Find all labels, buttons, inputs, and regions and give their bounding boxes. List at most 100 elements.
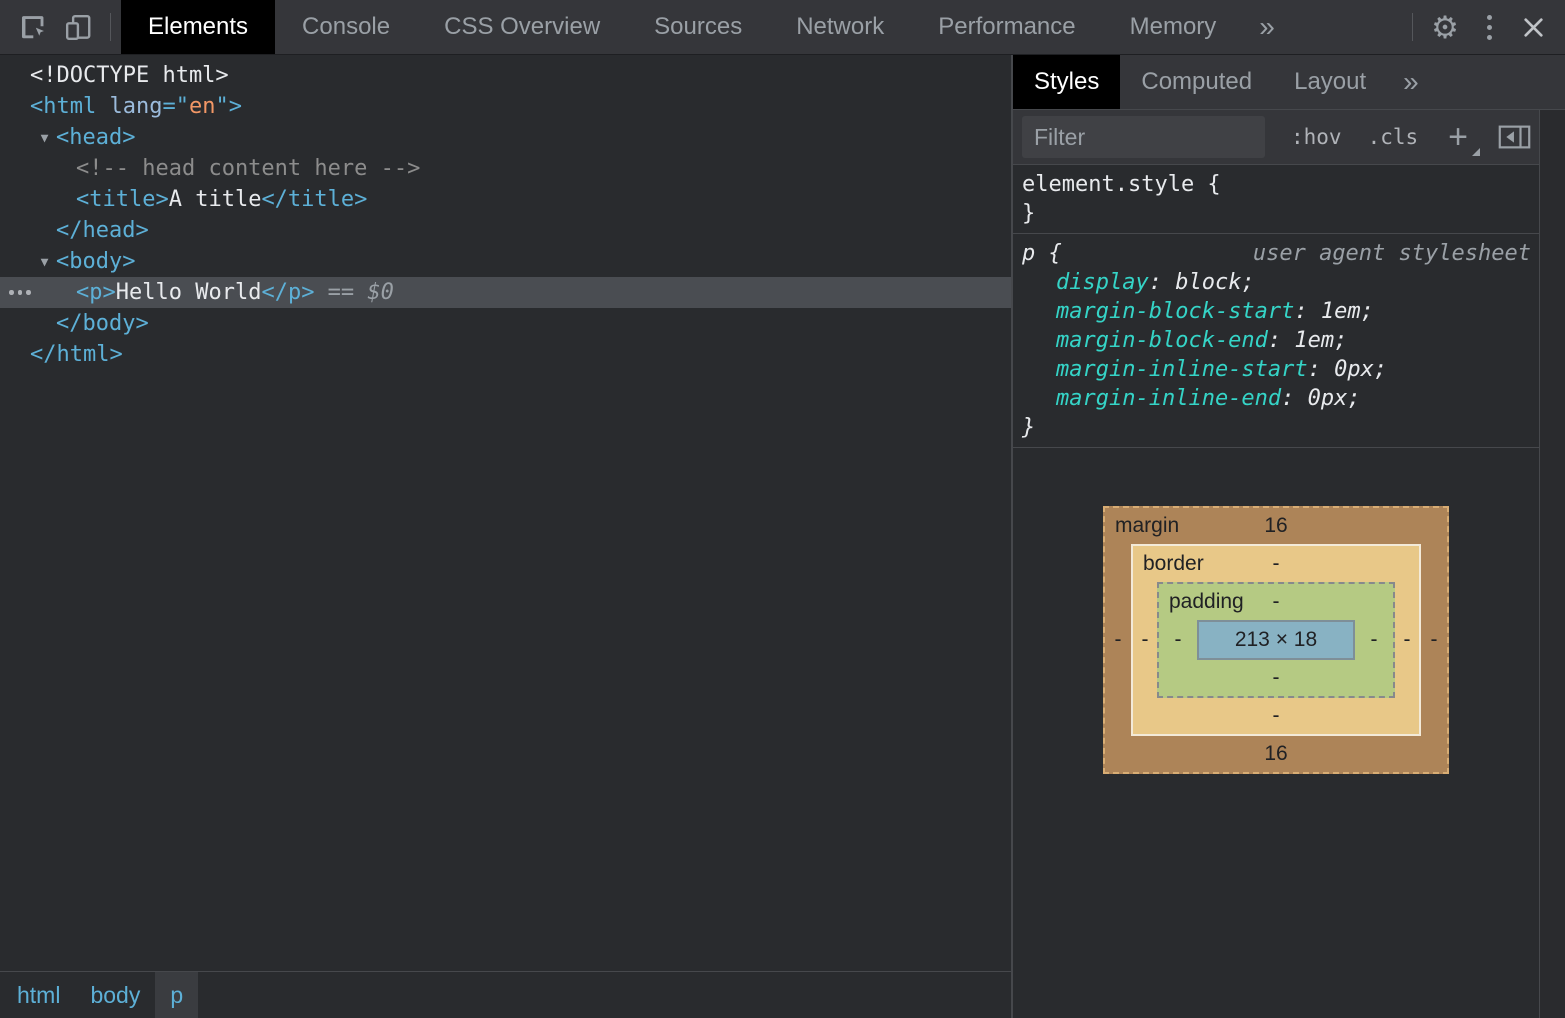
token-tag: </head> xyxy=(56,218,149,243)
token-tag: </html> xyxy=(30,342,123,367)
css-property-name: display xyxy=(1056,270,1149,295)
close-devtools-button[interactable] xyxy=(1511,0,1555,54)
elements-panel: <!DOCTYPE html><html lang="en">▼<head><!… xyxy=(0,55,1011,1018)
tree-row[interactable]: </html> xyxy=(0,339,1011,370)
tree-row[interactable]: <!-- head content here --> xyxy=(0,153,1011,184)
css-property-name: margin-block-end xyxy=(1056,328,1268,353)
stylesheet-origin: user agent stylesheet xyxy=(1253,239,1531,268)
tab-memory[interactable]: Memory xyxy=(1103,0,1244,54)
css-property-value: : 0px; xyxy=(1308,357,1387,382)
toggle-element-state-button[interactable]: :hov xyxy=(1291,125,1342,149)
padding-bottom-value[interactable]: - xyxy=(1273,666,1280,690)
tree-row[interactable]: <html lang="en"> xyxy=(0,91,1011,122)
expand-arrow-icon[interactable]: ▼ xyxy=(33,247,56,278)
margin-left-value[interactable]: - xyxy=(1105,544,1131,736)
tab-network[interactable]: Network xyxy=(769,0,911,54)
tab-css-overview[interactable]: CSS Overview xyxy=(417,0,627,54)
content-size-value: 213 × 18 xyxy=(1235,628,1317,652)
token-dollar: $0 xyxy=(367,280,394,305)
devtools-window: ElementsConsoleCSS OverviewSourcesNetwor… xyxy=(0,0,1565,1018)
token-plain: Hello World xyxy=(116,280,262,305)
dom-tree: <!DOCTYPE html><html lang="en">▼<head><!… xyxy=(0,55,1011,971)
box-model-content[interactable]: 213 × 18 xyxy=(1197,620,1355,660)
tree-row[interactable]: </head> xyxy=(0,215,1011,246)
expand-arrow-icon[interactable]: ▼ xyxy=(33,123,56,154)
margin-right-value[interactable]: - xyxy=(1421,544,1447,736)
styles-pane-body: :hov .cls + xyxy=(1013,110,1565,1018)
tab-layout[interactable]: Layout xyxy=(1273,55,1387,109)
tree-row[interactable]: <!DOCTYPE html> xyxy=(0,60,1011,91)
rule-selector[interactable]: p { xyxy=(1022,239,1062,268)
breadcrumb-html[interactable]: html xyxy=(2,972,75,1018)
device-toolbar-icon xyxy=(63,12,94,43)
box-model-margin-top-row: margin 16 xyxy=(1105,508,1447,544)
more-tabs-button[interactable]: » xyxy=(1243,0,1291,54)
css-property[interactable]: margin-block-start: 1em; xyxy=(1022,297,1539,326)
panel-toggle-icon xyxy=(1498,125,1531,149)
tab-elements[interactable]: Elements xyxy=(121,0,275,54)
css-property-value: : 1em; xyxy=(1268,328,1347,353)
border-top-value[interactable]: - xyxy=(1273,552,1280,576)
tab-styles[interactable]: Styles xyxy=(1013,55,1120,109)
padding-right-value[interactable]: - xyxy=(1355,620,1393,660)
tree-row[interactable]: ▼<head> xyxy=(0,122,1011,153)
breadcrumb-p[interactable]: p xyxy=(155,972,198,1018)
tab-console[interactable]: Console xyxy=(275,0,417,54)
device-toolbar-button[interactable] xyxy=(56,0,100,54)
token-attr: lang xyxy=(96,94,162,119)
token-tag: <p> xyxy=(76,280,116,305)
sidebar-toggle-button[interactable] xyxy=(1498,125,1531,149)
styles-pane-content: :hov .cls + xyxy=(1013,110,1539,1018)
row-overflow-dots-icon[interactable] xyxy=(9,277,31,308)
style-rule: p {user agent stylesheetdisplay: block;m… xyxy=(1013,234,1539,448)
margin-bottom-value[interactable]: 16 xyxy=(1264,742,1287,766)
css-property-name: margin-inline-end xyxy=(1056,386,1281,411)
tab-sources[interactable]: Sources xyxy=(627,0,769,54)
margin-label: margin xyxy=(1115,514,1179,538)
box-model-diagram: margin 16 - border - xyxy=(1103,506,1449,774)
margin-top-value[interactable]: 16 xyxy=(1264,514,1287,538)
css-property[interactable]: margin-block-end: 1em; xyxy=(1022,326,1539,355)
tab-computed[interactable]: Computed xyxy=(1120,55,1273,109)
box-model-margin-bottom-row: 16 xyxy=(1105,736,1447,772)
border-left-value[interactable]: - xyxy=(1133,582,1157,698)
settings-button[interactable]: ⚙ xyxy=(1423,0,1467,54)
tree-row[interactable]: </body> xyxy=(0,308,1011,339)
token-tag: =" xyxy=(162,94,189,119)
tree-row[interactable]: ▼<body> xyxy=(0,246,1011,277)
token-tag: </body> xyxy=(56,311,149,336)
box-model-padding-bottom-row: - xyxy=(1159,660,1393,696)
box-model-border-bottom-row: - xyxy=(1133,698,1419,734)
scrollbar-gutter[interactable] xyxy=(1539,110,1565,1018)
padding-top-value[interactable]: - xyxy=(1273,590,1280,614)
tree-row[interactable]: <p>Hello World</p> == $0 xyxy=(0,277,1011,308)
token-value: en xyxy=(189,94,216,119)
tab-performance[interactable]: Performance xyxy=(911,0,1102,54)
css-property-value: : 1em; xyxy=(1294,299,1373,324)
token-tag: <html xyxy=(30,94,96,119)
css-property[interactable]: margin-inline-start: 0px; xyxy=(1022,355,1539,384)
css-property[interactable]: margin-inline-end: 0px; xyxy=(1022,384,1539,413)
style-rule: element.style {} xyxy=(1013,165,1539,234)
inspect-cursor-icon xyxy=(19,12,50,43)
new-style-rule-button[interactable]: + xyxy=(1448,120,1468,154)
customize-devtools-button[interactable] xyxy=(1467,0,1511,54)
rule-selector[interactable]: element.style { xyxy=(1022,170,1221,199)
gear-icon: ⚙ xyxy=(1431,12,1459,43)
sidebar-more-tabs-button[interactable]: » xyxy=(1387,55,1435,109)
styles-filter-toolbar: :hov .cls + xyxy=(1013,110,1539,165)
box-model-margin: margin 16 - border - xyxy=(1103,506,1449,774)
css-property[interactable]: display: block; xyxy=(1022,268,1539,297)
token-plain: A title xyxy=(169,187,262,212)
breadcrumb-body[interactable]: body xyxy=(75,972,155,1018)
tree-row[interactable]: <title>A title</title> xyxy=(0,184,1011,215)
element-classes-button[interactable]: .cls xyxy=(1368,125,1419,149)
padding-left-value[interactable]: - xyxy=(1159,620,1197,660)
inspect-element-button[interactable] xyxy=(12,0,56,54)
styles-filter-input[interactable] xyxy=(1022,116,1265,158)
border-right-value[interactable]: - xyxy=(1395,582,1419,698)
toolbar-right-controls: ⚙ xyxy=(1402,0,1565,54)
close-icon xyxy=(1520,14,1547,41)
border-bottom-value[interactable]: - xyxy=(1273,704,1280,728)
box-model-border-top-row: border - xyxy=(1133,546,1419,582)
